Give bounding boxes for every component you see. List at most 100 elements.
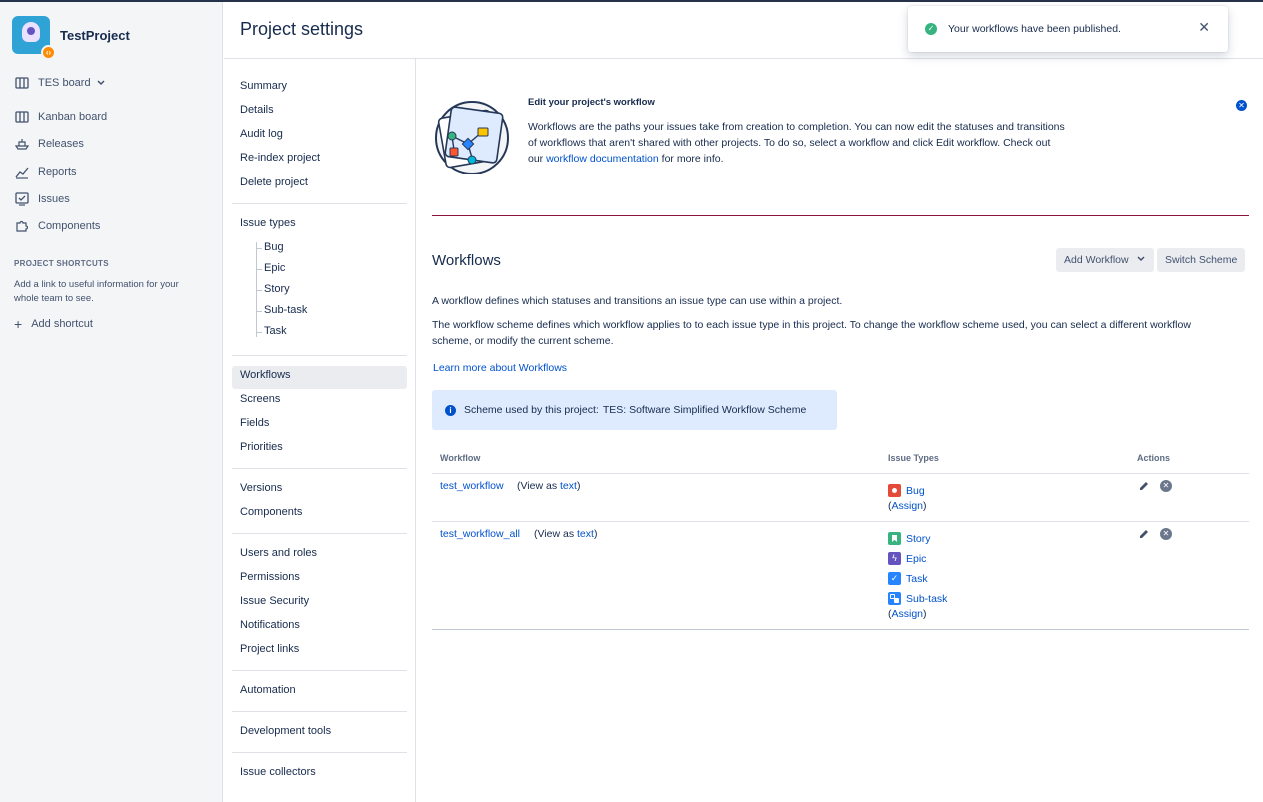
settings-item-priorities[interactable]: Priorities: [240, 441, 283, 453]
issue-type-story[interactable]: Story: [888, 532, 931, 545]
settings-subitem-sub-task[interactable]: Sub-task: [255, 304, 307, 316]
settings-item-components[interactable]: Components: [240, 506, 302, 518]
delete-icon[interactable]: ✕: [1160, 480, 1172, 492]
sidebar-item-reports[interactable]: Reports: [15, 165, 77, 179]
settings-item-delete-project[interactable]: Delete project: [240, 176, 308, 188]
settings-divider: [232, 670, 407, 671]
sidebar-item-releases[interactable]: Releases: [15, 137, 84, 151]
shortcuts-description: Add a link to useful information for you…: [14, 279, 179, 304]
settings-divider: [232, 711, 407, 712]
issue-type-task[interactable]: ✓ Task: [888, 572, 928, 585]
sidebar-item-label: Components: [38, 220, 101, 232]
success-toast: ✓ Your workflows have been published. ✕: [908, 6, 1228, 52]
settings-item-reindex[interactable]: Re-index project: [240, 152, 320, 164]
settings-item-versions[interactable]: Versions: [240, 482, 282, 494]
board-icon: [15, 77, 29, 89]
settings-item-workflows[interactable]: Workflows: [240, 369, 291, 381]
workflow-link[interactable]: test_workflow_all: [440, 528, 520, 540]
add-workflow-button[interactable]: Add Workflow: [1056, 248, 1154, 272]
software-badge-icon: ‹›: [41, 45, 56, 60]
view-as-label: (View as: [517, 480, 558, 492]
project-sidebar: ‹› TestProject TES board Kanban board Re…: [0, 2, 223, 802]
info-panel-body: Workflows are the paths your issues take…: [528, 119, 1068, 167]
board-selector-label: TES board: [38, 77, 91, 89]
settings-item-details[interactable]: Details: [240, 104, 274, 116]
learn-more-link[interactable]: Learn more about Workflows: [433, 362, 567, 374]
plus-icon: +: [14, 316, 23, 332]
puzzle-icon: [16, 220, 29, 232]
view-as-text-link[interactable]: text: [577, 528, 594, 540]
paren-close: ): [923, 608, 927, 620]
workflow-link[interactable]: test_workflow: [440, 480, 504, 492]
issues-icon: [15, 192, 29, 206]
add-shortcut-label: Add shortcut: [31, 318, 93, 330]
task-checkbox-icon: ✓: [888, 572, 901, 585]
success-check-icon: ✓: [925, 23, 937, 35]
settings-item-fields[interactable]: Fields: [240, 417, 269, 429]
board-icon: [15, 111, 29, 123]
sidebar-item-components[interactable]: Components: [15, 219, 100, 233]
edit-pencil-icon[interactable]: [1138, 528, 1150, 540]
scheme-name: TES: Software Simplified Workflow Scheme: [602, 404, 807, 416]
settings-subitem-epic[interactable]: Epic: [255, 262, 285, 274]
workflow-documentation-link[interactable]: workflow documentation: [546, 153, 659, 165]
sidebar-item-issues[interactable]: Issues: [15, 192, 70, 206]
edit-pencil-icon[interactable]: [1138, 480, 1150, 492]
issue-type-label: Bug: [906, 484, 925, 497]
switch-scheme-button[interactable]: Switch Scheme: [1157, 248, 1246, 272]
column-header-issue-types: Issue Types: [888, 453, 939, 463]
settings-subitem-task[interactable]: Task: [256, 325, 287, 337]
settings-item-automation[interactable]: Automation: [240, 684, 296, 696]
settings-item-issue-types[interactable]: Issue types: [240, 217, 296, 229]
info-body-text-end: for more info.: [658, 153, 724, 165]
delete-icon[interactable]: ✕: [1160, 528, 1172, 540]
settings-subitem-story[interactable]: Story: [256, 283, 290, 295]
settings-item-screens[interactable]: Screens: [240, 393, 280, 405]
toast-message: Your workflows have been published.: [948, 23, 1121, 35]
view-as-label: (View as: [534, 528, 575, 540]
paren-close: ): [923, 500, 927, 512]
issue-type-label: Story: [906, 532, 931, 545]
assign-link[interactable]: Assign: [892, 608, 924, 620]
info-panel-title: Edit your project's workflow: [528, 97, 655, 108]
epic-icon: ϟ: [888, 552, 901, 565]
settings-item-notifications[interactable]: Notifications: [240, 619, 300, 631]
issue-type-sub-task[interactable]: Sub-task: [888, 592, 947, 605]
board-selector[interactable]: TES board: [15, 77, 106, 89]
scheme-description: The workflow scheme defines which workfl…: [432, 319, 1191, 347]
sidebar-item-kanban-board[interactable]: Kanban board: [15, 110, 107, 124]
workflow-description: A workflow defines which statuses and tr…: [432, 295, 843, 307]
settings-divider: [232, 752, 407, 753]
settings-divider: [232, 468, 407, 469]
issue-type-epic[interactable]: ϟ Epic: [888, 552, 926, 565]
settings-item-issue-collectors[interactable]: Issue collectors: [240, 766, 316, 778]
settings-item-summary[interactable]: Summary: [240, 80, 287, 92]
settings-item-project-links[interactable]: Project links: [240, 643, 299, 655]
info-icon: i: [445, 404, 456, 416]
add-shortcut-button[interactable]: + Add shortcut: [14, 316, 93, 332]
close-icon[interactable]: ✕: [1236, 100, 1247, 111]
page-title: Project settings: [240, 19, 364, 39]
project-avatar: ‹›: [12, 16, 56, 60]
settings-item-issue-security[interactable]: Issue Security: [240, 595, 309, 607]
settings-item-users-roles[interactable]: Users and roles: [240, 547, 317, 559]
settings-nav: Summary Details Audit log Re-index proje…: [224, 59, 416, 802]
settings-subitem-bug[interactable]: Bug: [256, 241, 284, 253]
scheme-info-box: i Scheme used by this project: TES: Soft…: [432, 390, 837, 430]
view-as-text-link[interactable]: text: [560, 480, 577, 492]
issue-type-label: Epic: [906, 552, 927, 565]
shortcuts-title: PROJECT SHORTCUTS: [14, 259, 109, 268]
chevron-down-icon: [1136, 256, 1145, 262]
close-icon[interactable]: ✕: [1198, 19, 1210, 36]
settings-item-development-tools[interactable]: Development tools: [240, 725, 331, 737]
assign-link[interactable]: Assign: [892, 500, 924, 512]
table-header-divider: [432, 473, 1249, 474]
settings-item-audit-log[interactable]: Audit log: [240, 128, 283, 140]
sidebar-item-label: Issues: [38, 193, 70, 205]
settings-item-permissions[interactable]: Permissions: [240, 571, 300, 583]
story-icon: [888, 532, 901, 545]
project-header[interactable]: ‹› TestProject: [12, 16, 130, 60]
project-name: TestProject: [60, 27, 130, 43]
issue-type-bug[interactable]: Bug: [888, 484, 925, 497]
chevron-down-icon: [97, 80, 105, 86]
